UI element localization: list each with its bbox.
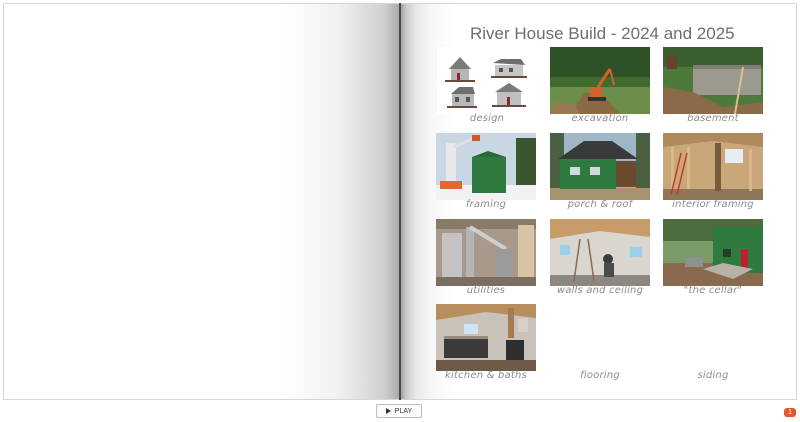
walls-ceiling-photo xyxy=(550,219,650,286)
tile-the-cellar[interactable]: "the cellar" xyxy=(663,219,763,303)
play-icon xyxy=(385,408,391,414)
photo-book: River House Build - 2024 and 2025 design xyxy=(3,3,797,400)
tile-flooring[interactable]: flooring xyxy=(550,304,650,388)
framing-photo xyxy=(436,133,536,200)
caption-basement: basement xyxy=(687,113,739,124)
caption-kitchen-baths: kitchen & baths xyxy=(445,370,527,381)
tile-porch-roof[interactable]: porch & roof xyxy=(550,133,650,217)
tile-design[interactable]: design xyxy=(437,47,537,131)
caption-siding: siding xyxy=(697,370,729,381)
caption-porch-roof: porch & roof xyxy=(567,199,633,210)
page-title: River House Build - 2024 and 2025 xyxy=(470,24,735,43)
play-button[interactable]: PLAY xyxy=(376,404,422,418)
caption-framing: framing xyxy=(465,199,507,210)
tile-walls-ceiling[interactable]: walls and ceiling xyxy=(550,219,650,303)
caption-flooring: flooring xyxy=(580,370,620,381)
tile-excavation[interactable]: excavation xyxy=(550,47,650,131)
right-page[interactable]: River House Build - 2024 and 2025 design xyxy=(400,3,797,400)
play-label: PLAY xyxy=(394,407,413,415)
tile-siding[interactable]: siding xyxy=(663,304,763,388)
caption-excavation: excavation xyxy=(571,113,629,124)
tile-basement[interactable]: basement xyxy=(663,47,763,131)
page-number-badge[interactable]: 1 xyxy=(784,408,796,417)
left-page[interactable] xyxy=(3,3,400,400)
book-spine xyxy=(399,3,401,400)
caption-interior-framing: interior framing xyxy=(672,199,754,210)
tile-utilities[interactable]: utilities xyxy=(436,219,536,303)
caption-design: design xyxy=(469,113,505,124)
caption-walls-ceiling: walls and ceiling xyxy=(556,285,644,296)
utilities-photo xyxy=(436,219,536,286)
caption-the-cellar: "the cellar" xyxy=(683,285,743,296)
tile-kitchen-baths[interactable]: kitchen & baths xyxy=(436,304,536,388)
caption-utilities: utilities xyxy=(466,285,506,296)
tile-interior-framing[interactable]: interior framing xyxy=(663,133,763,217)
design-photo xyxy=(437,47,537,114)
tile-framing[interactable]: framing xyxy=(436,133,536,217)
excavation-photo xyxy=(550,47,650,114)
kitchen-baths-photo xyxy=(436,304,536,371)
basement-photo xyxy=(663,47,763,114)
interior-framing-photo xyxy=(663,133,763,200)
the-cellar-photo xyxy=(663,219,763,286)
porch-roof-photo xyxy=(550,133,650,200)
